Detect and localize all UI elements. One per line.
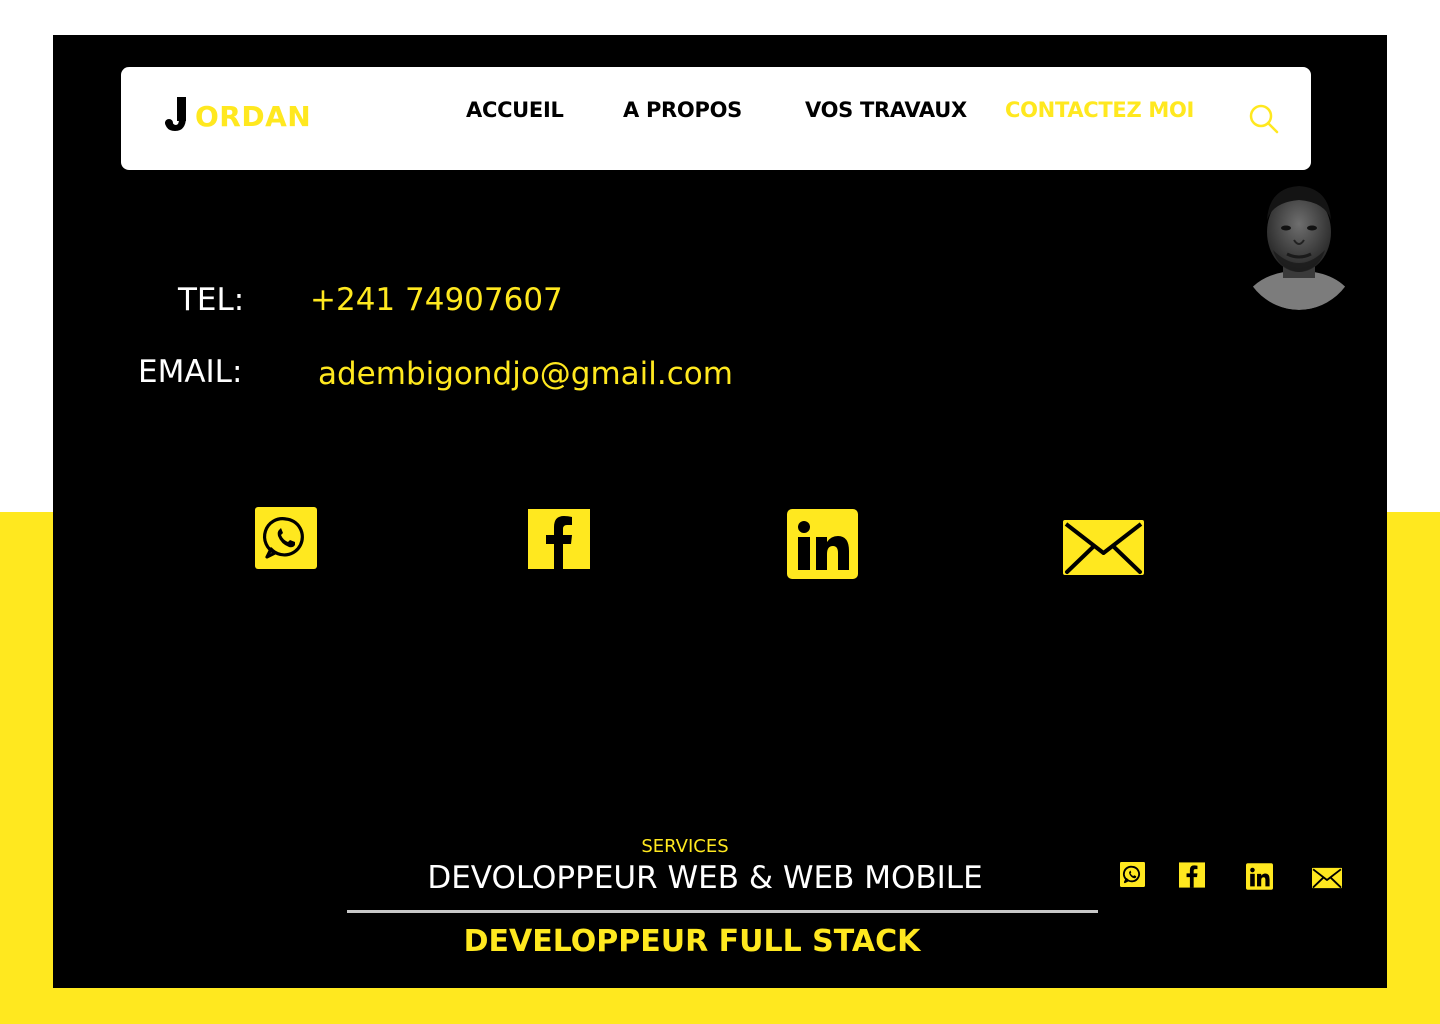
footer-facebook-icon[interactable] — [1179, 862, 1205, 893]
avatar — [1239, 180, 1359, 310]
divider — [347, 910, 1098, 913]
role-title: DEVELOPPEUR FULL STACK — [463, 924, 921, 959]
services-label: SERVICES — [641, 836, 729, 857]
tel-label: TEL: — [178, 282, 245, 318]
logo-text: ORDAN — [195, 100, 312, 133]
tel-value[interactable]: +241 74907607 — [310, 282, 563, 318]
linkedin-icon[interactable] — [787, 509, 858, 584]
navbar: ORDAN ACCUEIL A PROPOS VOS TRAVAUX CONTA… — [121, 67, 1311, 170]
email-icon[interactable] — [1063, 520, 1144, 580]
whatsapp-icon[interactable] — [255, 507, 317, 574]
logo[interactable]: ORDAN — [163, 93, 311, 133]
footer-whatsapp-icon[interactable] — [1120, 862, 1145, 892]
facebook-icon[interactable] — [528, 509, 590, 574]
footer-email-icon[interactable] — [1312, 867, 1342, 894]
email-value[interactable]: adembigondjo@gmail.com — [318, 356, 733, 392]
logo-j-mark — [163, 97, 193, 133]
services-title: DEVOLOPPEUR WEB & WEB MOBILE — [427, 860, 983, 896]
nav-accueil[interactable]: ACCUEIL — [466, 98, 564, 122]
nav-contactez-moi[interactable]: CONTACTEZ MOI — [1005, 98, 1194, 122]
nav-a-propos[interactable]: A PROPOS — [623, 98, 742, 122]
search-icon[interactable] — [1247, 102, 1281, 136]
footer-linkedin-icon[interactable] — [1246, 863, 1273, 895]
nav-vos-travaux[interactable]: VOS TRAVAUX — [805, 98, 967, 122]
email-label: EMAIL: — [138, 354, 243, 390]
